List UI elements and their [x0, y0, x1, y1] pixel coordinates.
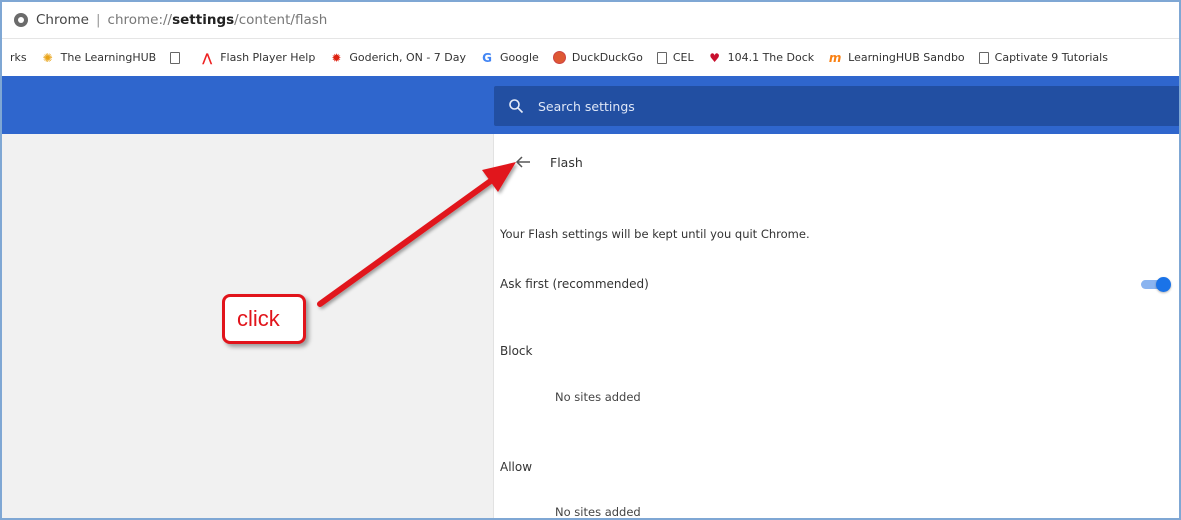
callout-text: click [237, 306, 280, 331]
back-button[interactable] [514, 153, 532, 171]
bookmark-item[interactable]: DuckDuckGo [552, 51, 643, 64]
ask-first-row[interactable]: Ask first (recommended) [500, 273, 1179, 295]
bookmark-label: CEL [672, 51, 694, 64]
subpage-header: Flash [494, 134, 583, 190]
bookmark-item[interactable]: ✹ Goderich, ON - 7 Day [329, 51, 466, 65]
bookmark-item[interactable]: ⋀ Flash Player Help [200, 51, 315, 65]
block-section-label: Block [500, 344, 533, 358]
allow-empty-text: No sites added [555, 505, 641, 519]
bookmark-item[interactable]: ♥ 104.1 The Dock [708, 50, 815, 65]
session-note: Your Flash settings will be kept until y… [500, 227, 810, 241]
bookmark-item[interactable]: Captivate 9 Tutorials [978, 51, 1108, 64]
address-bar[interactable]: Chrome | chrome://settings/content/flash [2, 2, 1179, 39]
bookmark-item[interactable]: G Google [480, 51, 539, 65]
page-title: Flash [550, 154, 583, 170]
bookmark-label: LearningHUB Sandbo [848, 51, 965, 64]
page-icon [170, 51, 181, 64]
search-icon [509, 99, 524, 114]
bookmark-item[interactable]: ✺ The LearningHUB [41, 51, 157, 65]
bookmark-label: DuckDuckGo [571, 51, 643, 64]
app-name: Chrome [36, 12, 89, 28]
duckduckgo-icon [552, 51, 566, 64]
bookmark-label: The LearningHUB [60, 51, 157, 64]
adobe-icon: ⋀ [202, 50, 213, 65]
bookmark-label: rks [10, 51, 27, 64]
radio-icon: ♥ [709, 50, 720, 65]
bookmark-label: Flash Player Help [220, 51, 316, 64]
google-icon: G [482, 50, 492, 65]
bookmark-item[interactable]: CEL [656, 51, 694, 64]
omnibox-separator: | [95, 12, 101, 28]
search-box[interactable] [494, 86, 1179, 126]
url-host[interactable]: settings [172, 12, 234, 28]
chrome-icon [14, 13, 28, 27]
bookmark-item[interactable] [170, 51, 186, 64]
allow-section-label: Allow [500, 460, 533, 474]
back-arrow-icon [515, 156, 530, 168]
browser-window: Chrome | chrome://settings/content/flash… [0, 0, 1181, 520]
url-path[interactable]: /content/flash [234, 12, 327, 28]
bookmark-item[interactable]: rks [10, 51, 27, 64]
moodle-icon: m [828, 50, 842, 65]
flash-settings-panel: Flash Your Flash settings will be kept u… [494, 134, 1179, 519]
block-empty-text: No sites added [555, 390, 641, 404]
bookmarks-bar: rks ✺ The LearningHUB ⋀ Flash Player Hel… [2, 39, 1179, 76]
bookmark-label: Captivate 9 Tutorials [994, 51, 1108, 64]
page-icon [656, 51, 667, 64]
url-scheme[interactable]: chrome:// [108, 12, 173, 28]
page-icon [978, 51, 989, 64]
settings-header [2, 76, 1179, 134]
maple-leaf-icon: ✹ [331, 50, 342, 65]
click-callout: click [222, 294, 306, 344]
bookmark-label: 104.1 The Dock [727, 51, 815, 64]
search-input[interactable] [538, 98, 938, 114]
bookmark-item[interactable]: m LearningHUB Sandbo [828, 51, 965, 65]
sun-icon: ✺ [42, 50, 53, 65]
toggle-knob [1156, 277, 1171, 292]
bookmark-label: Goderich, ON - 7 Day [349, 51, 467, 64]
ask-first-label: Ask first (recommended) [500, 277, 649, 291]
bookmark-label: Google [500, 51, 539, 64]
ask-first-toggle[interactable] [1141, 277, 1171, 292]
